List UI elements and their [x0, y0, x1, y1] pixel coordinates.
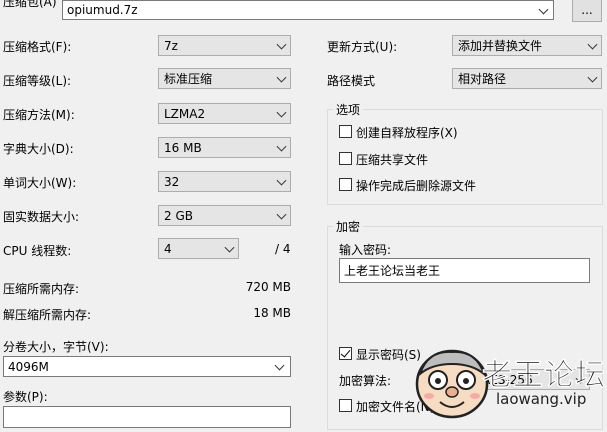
chevron-down-icon — [276, 72, 287, 83]
chevron-down-icon — [276, 39, 287, 50]
browse-button[interactable]: ... — [572, 0, 602, 22]
volume-value: 4096M — [8, 359, 49, 374]
method-label: 压缩方法(M): — [3, 108, 75, 122]
level-label: 压缩等级(L): — [3, 74, 72, 88]
encrypt-method-label: 加密算法: — [339, 374, 392, 388]
chevron-down-icon — [587, 39, 598, 50]
chevron-down-icon — [276, 141, 287, 152]
volume-combo[interactable]: 4096M — [3, 356, 291, 377]
path-label: 路径模式 — [327, 74, 376, 88]
dict-label: 字典大小(D): — [3, 142, 74, 156]
shared-label: 压缩共享文件 — [356, 153, 429, 167]
word-value: 32 — [164, 174, 180, 189]
solid-value: 2 GB — [164, 208, 193, 223]
dict-value: 16 MB — [164, 140, 202, 155]
method-value: LZMA2 — [164, 106, 206, 121]
dict-select[interactable]: 16 MB — [158, 137, 291, 158]
chevron-down-icon — [538, 4, 549, 15]
chevron-down-icon — [276, 107, 287, 118]
update-select[interactable]: 添加并替换文件 — [452, 35, 602, 56]
threads-value: 4 — [164, 241, 172, 256]
archive-filename-input[interactable]: opiumud.7z — [62, 0, 554, 20]
watermark: 老王论坛 laowang.vip — [410, 342, 607, 432]
options-group-title: 选项 — [333, 101, 364, 118]
level-value: 标准压缩 — [164, 72, 213, 86]
chevron-down-icon — [276, 209, 287, 220]
encryption-group-title: 加密 — [333, 218, 364, 235]
path-value: 相对路径 — [458, 72, 507, 86]
update-value: 添加并替换文件 — [458, 39, 543, 53]
solid-label: 固实数据大小: — [3, 210, 80, 224]
threads-max: / 4 — [275, 242, 291, 256]
mem-decompress-value: 18 MB — [253, 306, 291, 320]
threads-select[interactable]: 4 — [158, 238, 239, 259]
archive-label: 压缩包(A) — [3, 0, 57, 9]
show-password-checkbox[interactable] — [339, 347, 352, 360]
sfx-checkbox[interactable] — [339, 125, 352, 138]
format-select[interactable]: 7z — [158, 35, 291, 56]
sfx-label: 创建自释放程序(X) — [356, 126, 458, 140]
archive-filename-text: opiumud.7z — [67, 3, 138, 17]
shared-checkbox[interactable] — [339, 152, 352, 165]
watermark-url: laowang.vip — [496, 390, 587, 408]
format-value: 7z — [164, 38, 178, 53]
params-label: 参数(P): — [3, 390, 48, 404]
watermark-title: 老王论坛 — [482, 358, 606, 394]
password-input[interactable]: 上老王论坛当老王 — [339, 258, 590, 283]
level-select[interactable]: 标准压缩 — [158, 68, 291, 89]
word-label: 单词大小(W): — [3, 176, 77, 190]
params-input[interactable] — [3, 406, 291, 428]
threads-label: CPU 线程数: — [3, 244, 72, 258]
browse-button-label: ... — [581, 3, 593, 17]
mem-compress-value: 720 MB — [245, 280, 291, 294]
password-value: 上老王论坛当老王 — [344, 264, 441, 278]
mascot-face-icon — [415, 349, 489, 419]
chevron-down-icon — [276, 175, 287, 186]
chevron-down-icon — [274, 360, 285, 371]
format-label: 压缩格式(F): — [3, 40, 72, 54]
solid-select[interactable]: 2 GB — [158, 205, 291, 226]
chevron-down-icon — [587, 72, 598, 83]
delete-label: 操作完成后删除源文件 — [356, 179, 477, 193]
delete-checkbox[interactable] — [339, 178, 352, 191]
mem-decompress-label: 解压缩所需内存: — [3, 308, 92, 322]
method-select[interactable]: LZMA2 — [158, 103, 291, 124]
chevron-down-icon — [224, 242, 235, 253]
update-label: 更新方式(U): — [327, 40, 398, 54]
volume-label: 分卷大小，字节(V): — [3, 340, 109, 354]
encrypt-filenames-checkbox[interactable] — [339, 399, 352, 412]
word-select[interactable]: 32 — [158, 171, 291, 192]
password-label: 输入密码: — [339, 243, 392, 257]
path-select[interactable]: 相对路径 — [452, 68, 602, 89]
mem-compress-label: 压缩所需内存: — [3, 282, 80, 296]
